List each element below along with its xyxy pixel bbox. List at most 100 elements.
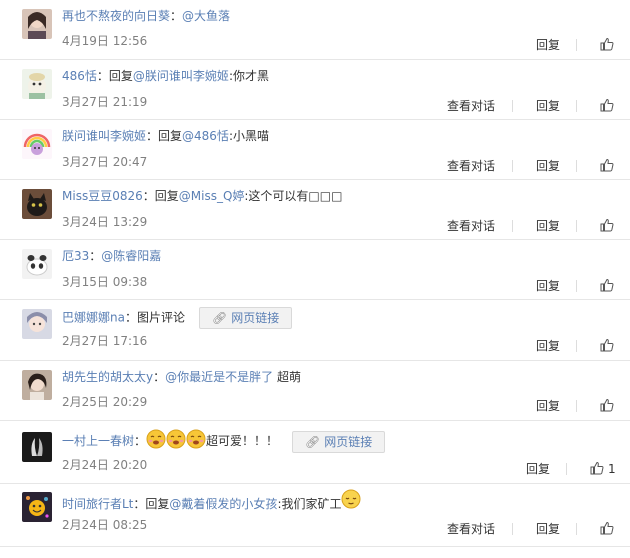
mention-link[interactable]: @你最近是不是胖了 [165, 370, 273, 384]
like-button[interactable] [600, 216, 618, 236]
comment-actions: 回复 [0, 396, 630, 416]
reply-button[interactable]: 回复 [536, 336, 560, 356]
view-conversation-button[interactable]: 查看对话 [447, 96, 495, 116]
mention-link[interactable]: @朕问谁叫李婉姬 [133, 69, 229, 83]
username-link[interactable]: 巴娜娜娜na [62, 311, 125, 325]
avatar[interactable] [22, 309, 52, 339]
reply-button[interactable]: 回复 [536, 396, 560, 416]
view-conversation-button[interactable]: 查看对话 [447, 216, 495, 236]
comment-actions: 回复 [0, 35, 630, 55]
comment-separator: ： [134, 434, 147, 448]
comment-item: Miss豆豆0826：回复@Miss_Q婷:这个可以有□□□ 3月24日 13:… [0, 180, 630, 240]
comment-separator: ：回复 [96, 69, 133, 83]
like-button[interactable] [600, 336, 618, 356]
comment-body: 超可爱！！！ [206, 434, 279, 448]
comment-body: :小黑喵 [228, 129, 269, 143]
comment-separator: ：图片评论 [124, 310, 185, 325]
username-link[interactable]: 时间旅行者Lt [62, 497, 133, 511]
divider [576, 280, 577, 292]
divider [512, 160, 513, 172]
comment-item: 厄33：@陈睿阳嘉 3月15日 09:38 回复 [0, 240, 630, 300]
like-button[interactable] [600, 396, 618, 416]
comment-text: 再也不熬夜的向日葵：@大鱼落 [62, 7, 230, 25]
comment-item: 时间旅行者Lt：回复@戴着假发的小女孩:我们家矿工 2月24日 08:25 查看… [0, 484, 630, 547]
avatar[interactable] [22, 249, 52, 279]
smiley-emoji-icon [166, 429, 186, 449]
comment-separator: ： [170, 9, 183, 23]
avatar[interactable] [22, 492, 52, 522]
mention-link[interactable]: @戴着假发的小女孩 [169, 497, 277, 511]
comment-text: 朕问谁叫李婉姬：回复@486恬:小黑喵 [62, 127, 269, 145]
divider [512, 220, 513, 232]
divider [576, 100, 577, 112]
username-link[interactable]: 再也不熬夜的向日葵 [62, 9, 170, 23]
smiley-emoji-icon [186, 429, 206, 449]
reply-button[interactable]: 回复 [526, 459, 550, 479]
comment-actions: 查看对话 回复 [0, 156, 630, 176]
avatar[interactable] [22, 189, 52, 219]
divider [576, 220, 577, 232]
comment-item: 486恬：回复@朕问谁叫李婉姬:你才黑 3月27日 21:19 查看对话 回复 [0, 60, 630, 120]
avatar[interactable] [22, 69, 52, 99]
comment-body: :你才黑 [228, 69, 269, 83]
thumbs-up-icon [600, 98, 614, 112]
chain-link-icon: 🔗︎ [211, 311, 228, 325]
comment-separator: ：回复 [133, 497, 170, 511]
web-link-button[interactable]: 🔗︎ 网页链接 [292, 430, 386, 453]
web-link-button[interactable]: 🔗︎ 网页链接 [198, 307, 293, 329]
mention-link[interactable]: @大鱼落 [182, 9, 230, 23]
reply-button[interactable]: 回复 [536, 35, 560, 55]
divider [566, 463, 567, 475]
web-link-label: 网页链接 [324, 434, 373, 449]
comment-actions: 回复 1 [0, 459, 630, 479]
comment-separator: ： [89, 249, 102, 263]
comment-actions: 查看对话 回复 [0, 216, 630, 236]
like-button[interactable] [600, 35, 618, 55]
reply-button[interactable]: 回复 [536, 276, 560, 296]
comment-actions: 回复 [0, 276, 630, 296]
thumbs-up-icon [590, 461, 604, 475]
comment-item: 胡先生的胡太太y：@你最近是不是胖了 超萌 2月25日 20:29 回复 [0, 361, 630, 421]
username-link[interactable]: 朕问谁叫李婉姬 [62, 129, 146, 143]
reply-button[interactable]: 回复 [536, 519, 560, 539]
mention-link[interactable]: @486恬 [182, 129, 229, 143]
comment-body: :我们家矿工 [277, 497, 342, 511]
like-button[interactable] [600, 96, 618, 116]
username-link[interactable]: 厄33 [62, 249, 89, 263]
reply-button[interactable]: 回复 [536, 156, 560, 176]
avatar[interactable] [22, 129, 52, 159]
comment-body: 超萌 [273, 370, 301, 384]
username-link[interactable]: Miss豆豆0826 [62, 189, 143, 203]
like-button[interactable]: 1 [590, 459, 616, 479]
comment-item: 一村上一春树： 超可爱！！！ 🔗︎ 网页链接 2月24日 20:20 回复 1 [0, 421, 630, 484]
avatar[interactable] [22, 432, 52, 462]
like-button[interactable] [600, 276, 618, 296]
smiley-emoji-icon [341, 489, 361, 509]
view-conversation-button[interactable]: 查看对话 [447, 156, 495, 176]
like-button[interactable] [600, 156, 618, 176]
comment-item: 朕问谁叫李婉姬：回复@486恬:小黑喵 3月27日 20:47 查看对话 回复 [0, 120, 630, 180]
divider [512, 100, 513, 112]
comment-actions: 回复 [0, 336, 630, 356]
thumbs-up-icon [600, 158, 614, 172]
like-count: 1 [608, 462, 616, 476]
comment-actions: 查看对话 回复 [0, 96, 630, 116]
thumbs-up-icon [600, 37, 614, 51]
username-link[interactable]: 胡先生的胡太太y [62, 370, 153, 384]
thumbs-up-icon [600, 398, 614, 412]
mention-link[interactable]: @陈睿阳嘉 [101, 249, 161, 263]
divider [512, 523, 513, 535]
mention-link[interactable]: @Miss_Q婷 [179, 189, 245, 203]
divider [576, 39, 577, 51]
like-button[interactable] [600, 519, 618, 539]
reply-button[interactable]: 回复 [536, 216, 560, 236]
username-link[interactable]: 一村上一春树 [62, 434, 134, 448]
view-conversation-button[interactable]: 查看对话 [447, 519, 495, 539]
comment-list: 再也不熬夜的向日葵：@大鱼落 4月19日 12:56 回复 486恬：回复@朕问… [0, 0, 630, 547]
comment-body: :这个可以有□□□ [244, 189, 343, 203]
divider [576, 523, 577, 535]
username-link[interactable]: 486恬 [62, 69, 97, 83]
web-link-label: 网页链接 [231, 311, 280, 325]
comment-item: 再也不熬夜的向日葵：@大鱼落 4月19日 12:56 回复 [0, 0, 630, 60]
reply-button[interactable]: 回复 [536, 96, 560, 116]
